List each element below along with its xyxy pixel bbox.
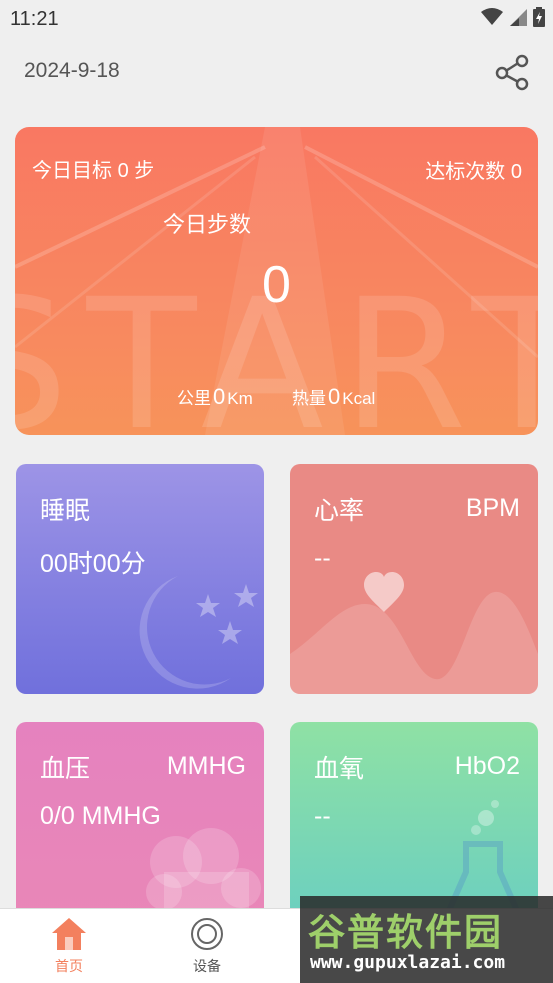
blood-pressure-title: 血压 bbox=[40, 755, 91, 783]
watch-icon bbox=[191, 918, 223, 950]
blood-pressure-card[interactable]: 血压 MMHG 0/0 MMHG bbox=[16, 722, 264, 922]
blood-oxygen-unit: HbO2 bbox=[454, 752, 520, 780]
header-row: 2024-9-18 bbox=[0, 52, 553, 92]
wifi-icon bbox=[481, 8, 503, 25]
goal-value: 0 bbox=[117, 160, 129, 182]
steps-card[interactable]: START 今日目标 0 步 达标次数 0 今日步数 0 公里0Km 热量0Kc… bbox=[15, 127, 538, 435]
sleep-card[interactable]: 睡眠 00时00分 bbox=[16, 464, 264, 694]
heart-rate-title: 心率 bbox=[314, 497, 365, 525]
goal-unit: 步 bbox=[134, 160, 155, 182]
distance-stat: 公里0 Km bbox=[177, 384, 253, 410]
watermark-url: www.gupuxlazai.com bbox=[310, 952, 506, 973]
share-icon bbox=[495, 54, 529, 91]
cell-signal-icon bbox=[510, 9, 527, 26]
battery-icon bbox=[533, 7, 545, 27]
reach-value: 0 bbox=[510, 161, 522, 183]
goal-label: 今日目标 bbox=[32, 160, 112, 182]
status-icons bbox=[481, 7, 545, 27]
nav-home-label: 首页 bbox=[55, 958, 83, 974]
blood-oxygen-value: -- bbox=[314, 802, 331, 830]
blood-oxygen-card[interactable]: 血氧 HbO2 -- bbox=[290, 722, 538, 922]
distance-label: 公里 bbox=[177, 389, 211, 408]
reach-count: 达标次数 0 bbox=[425, 155, 522, 184]
reach-label: 达标次数 bbox=[425, 161, 506, 183]
today-steps-value: 0 bbox=[262, 256, 291, 314]
sleep-title: 睡眠 bbox=[40, 497, 91, 525]
calorie-unit: Kcal bbox=[342, 389, 376, 408]
home-icon bbox=[52, 918, 86, 950]
date-label: 2024-9-18 bbox=[24, 59, 120, 82]
share-button[interactable] bbox=[493, 52, 533, 92]
calorie-label: 热量 bbox=[292, 389, 326, 408]
sleep-value: 00时00分 bbox=[40, 550, 146, 578]
distance-value: 0 bbox=[213, 384, 226, 409]
status-time: 11:21 bbox=[10, 8, 59, 30]
nav-device-label: 设备 bbox=[193, 958, 221, 974]
heart-rate-value: -- bbox=[314, 544, 331, 572]
watermark: 谷普软件园 www.gupuxlazai.com bbox=[300, 896, 553, 983]
today-steps-label: 今日步数 bbox=[163, 212, 252, 237]
status-bar: 11:21 bbox=[0, 0, 553, 38]
blood-pressure-unit: MMHG bbox=[166, 752, 246, 780]
heart-rate-unit: BPM bbox=[465, 494, 520, 522]
watermark-title: 谷普软件园 bbox=[308, 911, 503, 954]
nav-device[interactable]: 设备 bbox=[167, 917, 247, 976]
calorie-stat: 热量0 Kcal bbox=[292, 384, 375, 410]
blood-oxygen-title: 血氧 bbox=[314, 755, 365, 783]
daily-goal: 今日目标 0 步 bbox=[32, 154, 154, 183]
calorie-value: 0 bbox=[328, 384, 341, 409]
blood-pressure-value: 0/0 MMHG bbox=[40, 802, 161, 830]
nav-home[interactable]: 首页 bbox=[29, 917, 109, 976]
distance-unit: Km bbox=[227, 389, 253, 408]
heart-rate-card[interactable]: 心率 BPM -- bbox=[290, 464, 538, 694]
